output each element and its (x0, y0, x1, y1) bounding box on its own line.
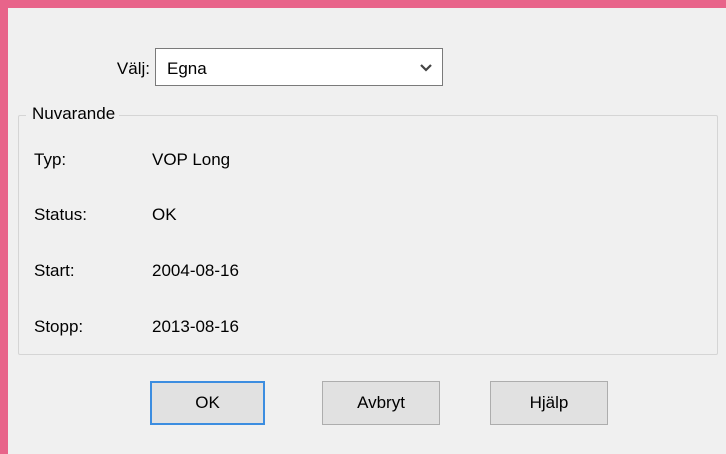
chevron-down-icon[interactable] (418, 60, 434, 74)
groupbox-title: Nuvarande (26, 104, 120, 124)
stop-value: 2013-08-16 (152, 317, 239, 336)
status-value: OK (152, 205, 177, 224)
type-value: VOP Long (152, 150, 231, 169)
current-groupbox (18, 115, 718, 355)
help-button[interactable]: Hjälp (490, 381, 608, 425)
cancel-button[interactable]: Avbryt (322, 381, 440, 425)
select-label: Välj: (116, 59, 150, 78)
type-label: Typ: (34, 150, 67, 169)
start-label: Start: (34, 261, 75, 280)
dropdown-selected-value: Egna (167, 59, 207, 78)
dialog-window: Välj: Egna Nuvarande Typ: VOP Long Statu… (0, 0, 726, 454)
ok-button[interactable]: OK (150, 381, 265, 425)
profile-dropdown[interactable]: Egna (155, 48, 443, 86)
start-value: 2004-08-16 (152, 261, 239, 280)
status-label: Status: (34, 205, 87, 224)
stop-label: Stopp: (34, 317, 84, 336)
